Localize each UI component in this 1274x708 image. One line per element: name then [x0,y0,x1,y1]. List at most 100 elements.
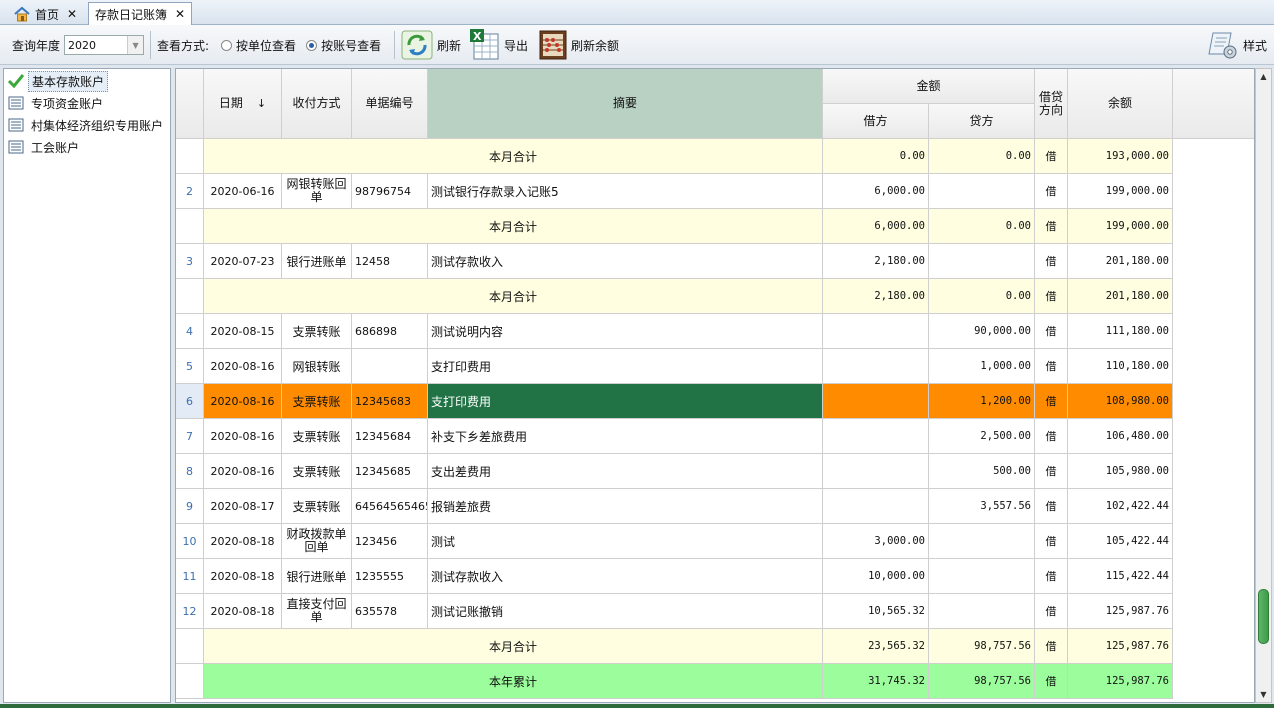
monthly-subtotal-row[interactable]: 本月合计 0.00 0.00 借 193,000.00 [176,139,1173,174]
method-cell[interactable]: 银行进账单 [282,559,352,594]
row-number-cell[interactable]: 5 [176,349,204,384]
balance-cell[interactable]: 102,422.44 [1068,489,1173,524]
row-number-cell[interactable]: 3 [176,244,204,279]
credit-cell[interactable]: 0.00 [929,139,1035,174]
table-row[interactable]: 8 2020-08-16 支票转账 12345685 支出差费用 500.00 借 105,9… [176,454,1173,489]
doc-no-cell[interactable]: 686898 [352,314,428,349]
method-cell[interactable]: 财政拨款单回单 [282,524,352,559]
method-cell[interactable]: 支票转账 [282,419,352,454]
year-select[interactable]: 2020 ▼ [64,35,145,55]
credit-cell[interactable]: 0.00 [929,209,1035,244]
direction-cell[interactable]: 借 [1035,594,1068,629]
monthly-subtotal-row[interactable]: 本月合计 6,000.00 0.00 借 199,000.00 [176,209,1173,244]
summary-cell[interactable]: 补支下乡差旅费用 [428,419,823,454]
method-cell[interactable]: 银行进账单 [282,244,352,279]
row-number-cell[interactable]: 7 [176,419,204,454]
credit-cell[interactable] [929,559,1035,594]
direction-cell[interactable]: 借 [1035,664,1068,699]
row-number-cell[interactable]: 8 [176,454,204,489]
column-header-direction[interactable]: 借贷方向 [1035,69,1068,139]
doc-no-cell[interactable]: 12458 [352,244,428,279]
doc-no-cell[interactable]: 1235555 [352,559,428,594]
direction-cell[interactable]: 借 [1035,244,1068,279]
date-cell[interactable]: 2020-07-23 [204,244,282,279]
table-row[interactable]: 5 2020-08-16 网银转账 支打印费用 1,000.00 借 110,180.00 [176,349,1173,384]
close-icon[interactable]: ✕ [175,7,185,21]
debit-cell[interactable] [823,349,929,384]
table-row[interactable]: 10 2020-08-18 财政拨款单回单 123456 测试 3,000.00 借 105,… [176,524,1173,559]
direction-cell[interactable]: 借 [1035,349,1068,384]
summary-cell[interactable]: 支出差费用 [428,454,823,489]
credit-cell[interactable] [929,524,1035,559]
credit-cell[interactable]: 500.00 [929,454,1035,489]
summary-cell[interactable]: 报销差旅费 [428,489,823,524]
direction-cell[interactable]: 借 [1035,419,1068,454]
vertical-scrollbar[interactable]: ▲ ▼ [1255,68,1272,703]
radio-by-account-label[interactable]: 按账号查看 [321,37,381,54]
column-header-credit[interactable]: 贷方 [929,104,1035,139]
style-button[interactable]: 样式 [1207,25,1267,65]
debit-cell[interactable] [823,489,929,524]
table-row[interactable]: 6 2020-08-16 支票转账 12345683 支打印费用 1,200.00 借 108… [176,384,1173,419]
direction-cell[interactable]: 借 [1035,209,1068,244]
account-item-union[interactable]: 工会账户 [8,137,82,157]
date-cell[interactable]: 2020-08-17 [204,489,282,524]
balance-cell[interactable]: 105,422.44 [1068,524,1173,559]
column-header-date[interactable]: 日期 ↓ [204,69,282,139]
debit-cell[interactable]: 31,745.32 [823,664,929,699]
balance-cell[interactable]: 125,987.76 [1068,629,1173,664]
doc-no-cell[interactable] [352,349,428,384]
credit-cell[interactable] [929,174,1035,209]
balance-cell[interactable]: 106,480.00 [1068,419,1173,454]
debit-cell[interactable]: 0.00 [823,139,929,174]
debit-cell[interactable]: 2,180.00 [823,244,929,279]
radio-by-unit-label[interactable]: 按单位查看 [236,37,296,54]
row-number-cell[interactable] [176,664,204,699]
doc-no-cell[interactable]: 12345685 [352,454,428,489]
table-row[interactable]: 2 2020-06-16 网银转账回单 98796754 测试银行存款录入记账5 6,00… [176,174,1173,209]
balance-cell[interactable]: 199,000.00 [1068,209,1173,244]
row-number-cell[interactable] [176,139,204,174]
date-cell[interactable]: 2020-08-18 [204,594,282,629]
table-row[interactable]: 9 2020-08-17 支票转账 64564565465 报销差旅费 3,557.56 借… [176,489,1173,524]
balance-cell[interactable]: 108,980.00 [1068,384,1173,419]
row-number-cell[interactable] [176,279,204,314]
date-cell[interactable]: 2020-08-16 [204,454,282,489]
debit-cell[interactable]: 23,565.32 [823,629,929,664]
doc-no-cell[interactable]: 12345684 [352,419,428,454]
summary-cell[interactable]: 测试记账撤销 [428,594,823,629]
debit-cell[interactable]: 6,000.00 [823,174,929,209]
chevron-down-icon[interactable]: ▼ [127,36,144,54]
debit-cell[interactable] [823,419,929,454]
credit-cell[interactable]: 0.00 [929,279,1035,314]
direction-cell[interactable]: 借 [1035,279,1068,314]
balance-cell[interactable]: 125,987.76 [1068,594,1173,629]
balance-cell[interactable]: 125,987.76 [1068,664,1173,699]
year-total-row[interactable]: 本年累计 31,745.32 98,757.56 借 125,987.76 [176,664,1173,699]
column-header-summary[interactable]: 摘要 [428,69,823,139]
debit-cell[interactable] [823,384,929,419]
table-row[interactable]: 7 2020-08-16 支票转账 12345684 补支下乡差旅费用 2,500.00 借… [176,419,1173,454]
method-cell[interactable]: 直接支付回单 [282,594,352,629]
date-cell[interactable]: 2020-06-16 [204,174,282,209]
credit-cell[interactable] [929,244,1035,279]
date-cell[interactable]: 2020-08-16 [204,419,282,454]
direction-cell[interactable]: 借 [1035,384,1068,419]
method-cell[interactable]: 网银转账 [282,349,352,384]
debit-cell[interactable]: 6,000.00 [823,209,929,244]
account-item-village-collective[interactable]: 村集体经济组织专用账户 [8,115,166,135]
balance-cell[interactable]: 201,180.00 [1068,279,1173,314]
radio-by-unit[interactable] [221,39,233,51]
radio-by-account[interactable] [306,39,318,51]
direction-cell[interactable]: 借 [1035,139,1068,174]
refresh-button[interactable]: 刷新 [401,25,461,65]
row-number-cell[interactable]: 4 [176,314,204,349]
summary-cell[interactable]: 测试 [428,524,823,559]
doc-no-cell[interactable]: 64564565465 [352,489,428,524]
credit-cell[interactable]: 1,200.00 [929,384,1035,419]
method-cell[interactable]: 支票转账 [282,384,352,419]
row-number-cell[interactable] [176,209,204,244]
debit-cell[interactable]: 10,000.00 [823,559,929,594]
scrollbar-thumb[interactable] [1258,589,1269,644]
doc-no-cell[interactable]: 98796754 [352,174,428,209]
